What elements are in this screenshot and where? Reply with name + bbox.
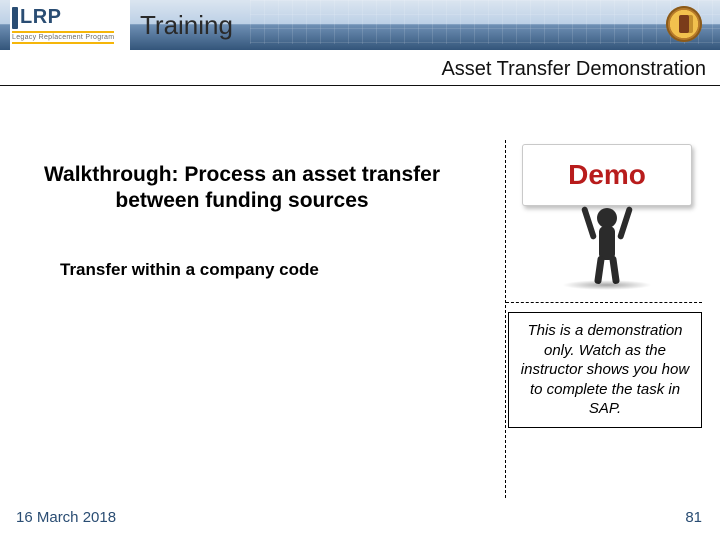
demo-shadow xyxy=(562,280,652,290)
instruction-note: This is a demonstration only. Watch as t… xyxy=(508,312,702,428)
walkthrough-heading: Walkthrough: Process an asset transfer b… xyxy=(22,162,462,215)
logo-text: LRP xyxy=(20,6,62,29)
logo-bar-icon xyxy=(12,7,18,29)
demo-card: Demo xyxy=(522,144,692,206)
demo-person-icon xyxy=(580,198,634,288)
transfer-subheading: Transfer within a company code xyxy=(60,260,319,280)
page-title: Training xyxy=(140,10,233,41)
logo-subtext: Legacy Replacement Program xyxy=(12,31,114,44)
walkthrough-line2: between funding sources xyxy=(115,189,368,212)
demo-label: Demo xyxy=(568,159,646,191)
footer-date: 16 March 2018 xyxy=(16,509,116,526)
seal-icon xyxy=(666,6,702,42)
header-grid-decoration xyxy=(250,0,720,44)
footer-page-number: 81 xyxy=(685,509,702,526)
divider-vertical xyxy=(505,140,506,498)
walkthrough-line1: Walkthrough: Process an asset transfer xyxy=(44,163,440,186)
subtitle: Asset Transfer Demonstration xyxy=(441,58,706,81)
header-band: LRP Legacy Replacement Program Training xyxy=(0,0,720,50)
divider-horizontal xyxy=(506,302,702,303)
demo-figure: Demo xyxy=(512,140,702,290)
subtitle-bar: Asset Transfer Demonstration xyxy=(0,54,720,86)
logo: LRP Legacy Replacement Program xyxy=(10,0,130,50)
